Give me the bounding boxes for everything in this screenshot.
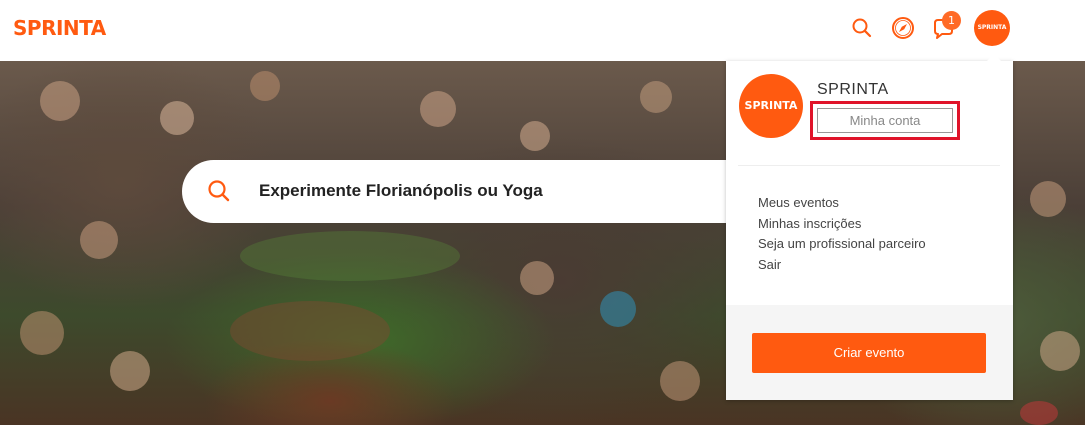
my-account-button[interactable]: Minha conta [817, 108, 953, 133]
user-name: SPRINTA [817, 81, 889, 98]
search-icon[interactable] [849, 15, 875, 41]
search-input[interactable]: Experimente Florianópolis ou Yoga [259, 181, 543, 201]
user-avatar-button[interactable]: SPRINTA [974, 10, 1010, 46]
search-icon [208, 180, 230, 202]
account-menu-list: Meus eventos Minhas inscrições Seja um p… [758, 193, 926, 276]
search-bar[interactable]: Experimente Florianópolis ou Yoga [182, 160, 742, 223]
user-avatar: SPRINTA [739, 74, 803, 138]
dropdown-footer: Criar evento [726, 305, 1013, 400]
notification-badge: 1 [942, 11, 961, 30]
account-dropdown-menu: SPRINTA SPRINTA Minha conta Meus eventos… [726, 54, 1013, 400]
menu-item-my-events[interactable]: Meus eventos [758, 193, 926, 214]
compass-icon[interactable] [890, 15, 916, 41]
menu-item-logout[interactable]: Sair [758, 255, 926, 276]
divider [738, 165, 1000, 166]
top-header: SPRINTA 1 SPRINTA [0, 0, 1085, 61]
menu-item-my-registrations[interactable]: Minhas inscrições [758, 214, 926, 235]
create-event-button[interactable]: Criar evento [752, 333, 986, 373]
sprinta-logo[interactable]: SPRINTA [13, 16, 106, 40]
menu-item-become-partner[interactable]: Seja um profissional parceiro [758, 234, 926, 255]
